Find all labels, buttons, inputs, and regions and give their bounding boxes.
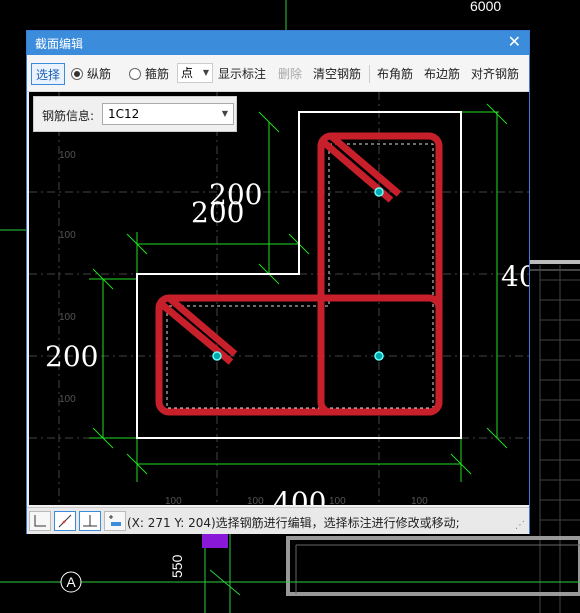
corner-rebar-button[interactable]: 布角筋 (377, 63, 413, 85)
grid-label: 100 (329, 496, 346, 505)
grid-label: 100 (411, 496, 428, 505)
grid-label: 100 (59, 230, 76, 241)
rebar-info-panel: 钢筋信息: 1C12 ▼ (33, 96, 237, 132)
select-button[interactable]: 选择 (31, 63, 66, 85)
dim-text-left: 200 (45, 340, 98, 373)
dialog-titlebar[interactable]: 截面编辑 ✕ (27, 31, 529, 55)
top-dimension-label: 6000 (470, 0, 501, 14)
grid-label: 100 (247, 496, 264, 505)
stirrup-horizontal (155, 294, 443, 416)
stirrup-hook-top-2 (328, 133, 402, 197)
rebar-point (212, 351, 222, 361)
dimension-texts: 200 200 200 400 40 (45, 178, 529, 505)
chevron-down-icon: ▼ (202, 68, 209, 77)
delete-button[interactable]: 删除 (278, 63, 302, 85)
rebar-point (374, 351, 384, 361)
status-bar: (X: 271 Y: 204)选择钢筋进行编辑，选择标注进行修改或移动; ⋰ (27, 507, 529, 534)
radio-unchecked-icon (129, 68, 141, 80)
section-drawing: 100 100 100 100 100 100 100 100 200 200 … (29, 92, 529, 505)
grid-label: 100 (59, 312, 76, 323)
rebar-info-value: 1C12 (108, 107, 140, 121)
add-point-icon[interactable] (104, 511, 126, 531)
perpendicular-icon[interactable] (79, 511, 101, 531)
rebar-point (374, 187, 384, 197)
radio-checked-icon (71, 68, 83, 80)
rebar-info-select[interactable]: 1C12 ▼ (102, 103, 234, 125)
dim-text-top-dup: 200 (191, 196, 244, 229)
ortho-icon[interactable] (29, 511, 51, 531)
dim-text-right: 40 (501, 260, 529, 293)
snap-line-icon[interactable] (54, 511, 76, 531)
chevron-down-icon: ▼ (221, 109, 228, 118)
axis-label-a: A (66, 574, 76, 590)
point-mode-select[interactable]: 点 ▼ (177, 63, 213, 83)
close-icon[interactable]: ✕ (508, 33, 521, 51)
show-dims-button[interactable]: 显示标注 (218, 63, 266, 85)
section-canvas[interactable]: 100 100 100 100 100 100 100 100 200 200 … (29, 92, 529, 505)
stirrup-radio[interactable]: 箍筋 (129, 63, 169, 85)
stirrup-label: 箍筋 (145, 67, 170, 81)
dialog-title: 截面编辑 (35, 37, 84, 51)
side-rebar-button[interactable]: 布边筋 (424, 63, 460, 85)
point-mode-value: 点 (181, 66, 194, 80)
align-rebar-button[interactable]: 对齐钢筋 (471, 63, 519, 85)
clear-rebar-button[interactable]: 清空钢筋 (313, 63, 361, 85)
longitudinal-radio[interactable]: 纵筋 (71, 63, 111, 85)
grid-label: 100 (59, 394, 76, 405)
status-text: (X: 271 Y: 204)选择钢筋进行编辑，选择标注进行修改或移动; (127, 516, 460, 530)
grid-label: 100 (59, 150, 76, 161)
dim-text-bottom: 400 (273, 486, 326, 505)
section-outline (136, 111, 462, 439)
rebar-info-label: 钢筋信息: (42, 109, 95, 123)
side-dimension-label: 550 (169, 554, 185, 578)
section-edit-dialog: 截面编辑 ✕ 选择 纵筋 箍筋 点 ▼ 显示标注 删除 清空钢筋 布角筋 布边筋… (26, 30, 530, 534)
toolbar-separator (369, 65, 370, 83)
longitudinal-label: 纵筋 (87, 67, 112, 81)
toolbar: 选择 纵筋 箍筋 点 ▼ 显示标注 删除 清空钢筋 布角筋 布边筋 对齐钢筋 (27, 55, 529, 92)
grid-label: 100 (165, 496, 182, 505)
resize-grip-icon[interactable]: ⋰ (515, 520, 525, 531)
